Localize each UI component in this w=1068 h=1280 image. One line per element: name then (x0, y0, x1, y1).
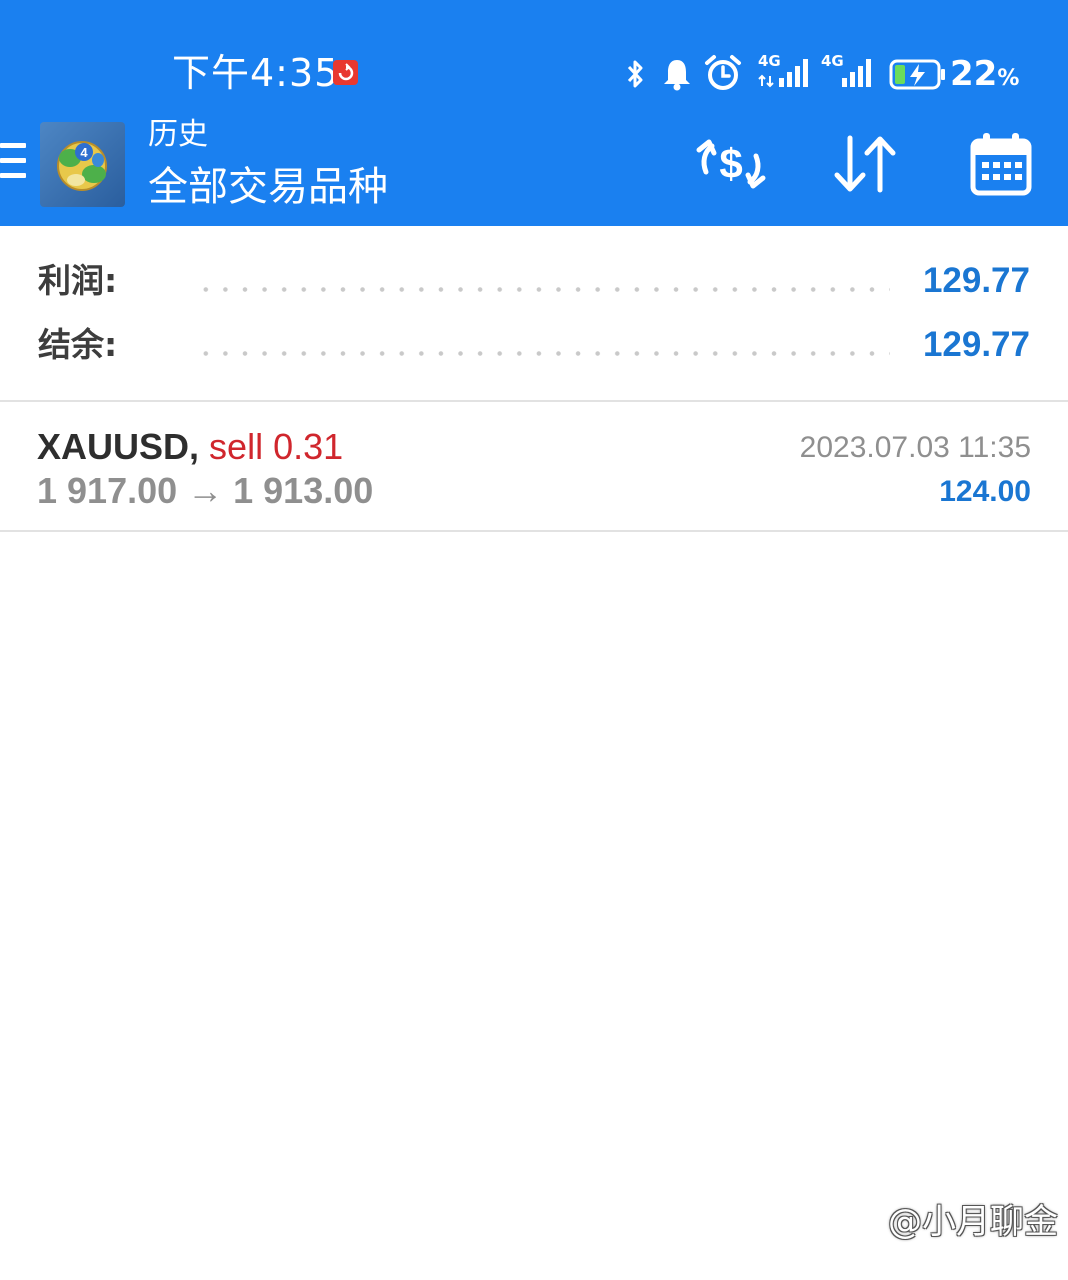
svg-text:$: $ (719, 140, 742, 187)
signal-4g-icon: 4G (821, 52, 877, 90)
trade-row[interactable]: XAUUSD, sell 0.31 1 917.00 → 1 913.00 20… (0, 403, 1068, 530)
calendar-icon (970, 133, 1032, 196)
trade-separator: , (189, 426, 200, 467)
dotted-leader (196, 287, 890, 292)
currency-exchange-button[interactable]: $ (692, 125, 770, 203)
bell-icon (661, 56, 693, 96)
divider (0, 400, 1068, 402)
trade-profit: 124.00 (939, 475, 1031, 508)
trade-side: sell 0.31 (209, 426, 344, 467)
top-app-area: 下午4:35 4G 4G 22% 4 历史 全部交易品种 $ (0, 0, 1068, 226)
calendar-button[interactable] (962, 125, 1040, 203)
profit-value: 129.77 (922, 261, 1030, 300)
app-logo-icon: 4 (40, 122, 125, 207)
watermark-text: @小月聊金 (888, 1202, 1058, 1242)
screen-subtitle: 历史 (148, 117, 208, 152)
sort-button[interactable] (826, 125, 904, 203)
trade-prices: 1 917.00 → 1 913.00 (37, 470, 374, 511)
bluetooth-icon (624, 58, 648, 94)
svg-text:4: 4 (80, 145, 88, 160)
status-time: 下午4:35 (172, 51, 340, 95)
battery-percent-unit: % (997, 66, 1020, 91)
divider (0, 530, 1068, 532)
battery-percent-value: 22 (950, 54, 998, 94)
trade-symbol: XAUUSD (37, 426, 190, 467)
summary-balance-row: 结余: 129.77 (0, 320, 1068, 370)
balance-value: 129.77 (922, 325, 1030, 364)
screen-title[interactable]: 全部交易品种 (148, 160, 388, 214)
trade-title: XAUUSD, sell 0.31 (37, 423, 343, 471)
battery-percent: 22% (950, 52, 1019, 101)
signal-4g-icon: 4G (758, 52, 814, 90)
watermark: @小月聊金 (888, 1200, 1058, 1244)
trade-time: 2023.07.03 11:35 (799, 431, 1031, 464)
profit-label: 利润: (38, 261, 118, 300)
alarm-icon (704, 54, 742, 96)
menu-icon[interactable] (0, 143, 28, 187)
battery-charging-icon (889, 59, 947, 95)
notification-app-icon (333, 60, 358, 85)
sort-icon (834, 135, 896, 193)
dotted-leader (196, 351, 890, 356)
summary-profit-row: 利润: 129.77 (0, 256, 1068, 306)
balance-label: 结余: (38, 325, 118, 364)
currency-exchange-icon: $ (696, 139, 766, 189)
